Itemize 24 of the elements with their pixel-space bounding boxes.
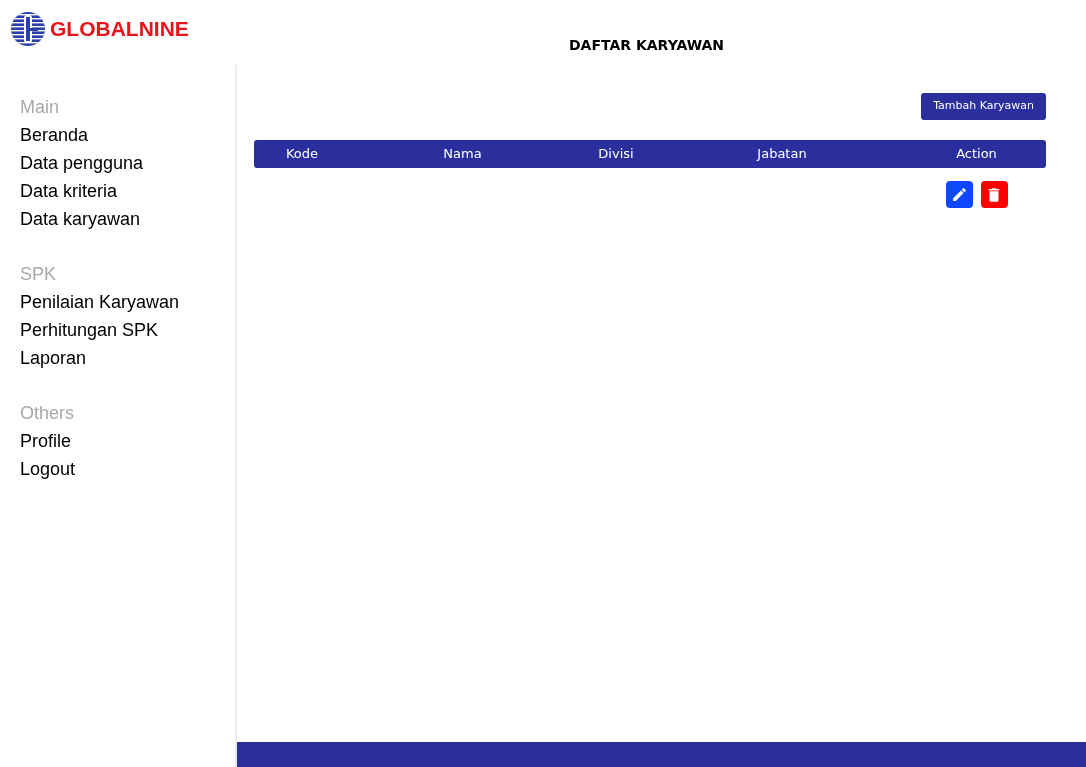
- column-header: Kode: [284, 145, 320, 164]
- page-title: DAFTAR KARYAWAN: [568, 36, 724, 53]
- column-header: Jabatan: [755, 145, 808, 164]
- sidebar-item[interactable]: Perhitungan SPK: [20, 316, 235, 344]
- section-heading: Others: [20, 402, 76, 425]
- column-header: Nama: [442, 145, 483, 164]
- pencil-icon: [950, 186, 968, 203]
- section-heading: SPK: [20, 263, 58, 286]
- globe-logo-icon: [10, 10, 46, 47]
- add-employee-button[interactable]: Tambah Karyawan: [921, 93, 1046, 120]
- delete-button[interactable]: [980, 181, 1008, 208]
- sidebar-item[interactable]: Beranda: [20, 121, 235, 149]
- sidebar-item[interactable]: Data karyawan: [20, 205, 235, 233]
- sidebar-item[interactable]: Laporan: [20, 344, 235, 372]
- sidebar-item[interactable]: Data pengguna: [20, 149, 235, 177]
- sidebar-item[interactable]: Profile: [20, 427, 235, 455]
- column-header: Action: [955, 145, 998, 164]
- sidebar-item[interactable]: Penilaian Karyawan: [20, 288, 235, 316]
- section-heading: Main: [20, 96, 60, 119]
- edit-button[interactable]: [945, 181, 973, 208]
- column-header: Divisi: [597, 145, 635, 164]
- brand-name: GLOBALNINE: [50, 15, 189, 42]
- sidebar-item[interactable]: Data kriteria: [20, 177, 235, 205]
- sidebar-item[interactable]: Logout: [20, 455, 235, 483]
